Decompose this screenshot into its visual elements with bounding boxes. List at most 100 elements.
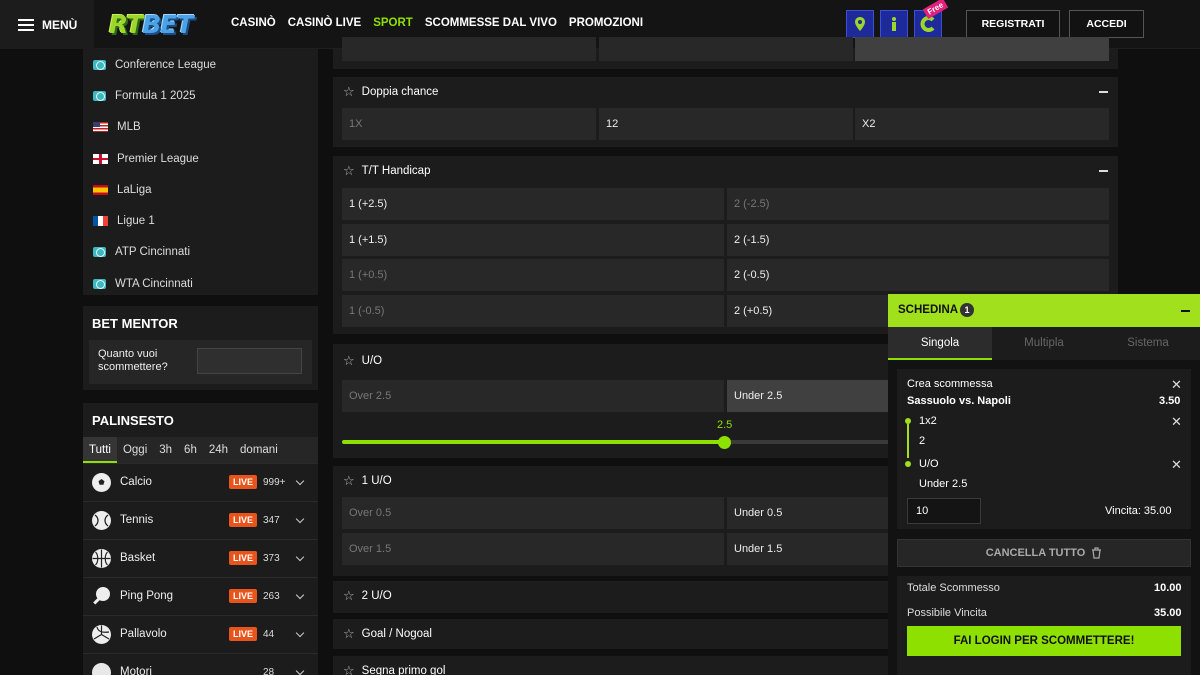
odd-cell[interactable]: 1 (+1.5)	[342, 224, 724, 256]
chevron-down-icon[interactable]	[295, 514, 305, 523]
sport-row-motori[interactable]: Motori 28	[83, 653, 318, 675]
sport-row-ping-pong[interactable]: Ping Pong LIVE 263	[83, 577, 318, 614]
star-icon[interactable]: ☆	[343, 663, 355, 675]
possible-win-value: 35.00	[1154, 607, 1182, 619]
info-icon[interactable]	[880, 10, 908, 38]
collapse-icon[interactable]	[1099, 91, 1108, 93]
selection-2-pick: Under 2.5	[919, 478, 968, 490]
rtbet-logo[interactable]: RT BET	[109, 8, 209, 40]
odd-cell[interactable]: 1 (+0.5)	[342, 259, 724, 291]
market-header[interactable]: ☆ 2 U/O	[343, 581, 392, 611]
sport-row-tennis[interactable]: Tennis LIVE 347	[83, 501, 318, 538]
login-button[interactable]: ACCEDI	[1069, 10, 1144, 38]
market-header[interactable]: ☆ 1 U/O	[343, 466, 392, 496]
market-header[interactable]: ☆ Segna primo gol	[343, 656, 445, 675]
bet-mentor-panel: BET MENTOR Quanto vuoi scommettere?	[83, 306, 318, 390]
odd-over[interactable]: Over 2.5	[342, 380, 724, 412]
league-item[interactable]: Ligue 1	[83, 205, 318, 236]
league-item[interactable]: WTA Cincinnati	[83, 268, 318, 299]
chevron-down-icon[interactable]	[295, 628, 305, 637]
nav-sport[interactable]: SPORT	[373, 17, 413, 29]
league-item[interactable]: Premier League	[83, 143, 318, 174]
nav-casino-live[interactable]: CASINÒ LIVE	[288, 17, 361, 29]
live-badge: LIVE	[229, 475, 258, 489]
odd-cell[interactable]	[599, 37, 853, 61]
nav-promozioni[interactable]: PROMOZIONI	[569, 17, 643, 29]
filter-3h[interactable]: 3h	[153, 437, 178, 463]
league-item[interactable]: MLB	[83, 112, 318, 143]
palinsesto-panel: PALINSESTO Tutti Oggi 3h 6h 24h domani C…	[83, 403, 318, 675]
selection-connector	[907, 424, 909, 458]
stake-input[interactable]	[907, 498, 981, 524]
filter-tutti[interactable]: Tutti	[83, 437, 117, 463]
filter-domani[interactable]: domani	[234, 437, 284, 463]
star-icon[interactable]: ☆	[343, 588, 355, 604]
filter-6h[interactable]: 6h	[178, 437, 203, 463]
league-item[interactable]: ATP Cincinnati	[83, 237, 318, 268]
odd-cell[interactable]: 1 (-0.5)	[342, 295, 724, 327]
register-button[interactable]: REGISTRATI	[966, 10, 1060, 38]
chevron-down-icon[interactable]	[295, 590, 305, 599]
odd-x2[interactable]: X2	[855, 108, 1109, 140]
motorsport-icon	[92, 662, 111, 675]
basketball-icon	[92, 548, 111, 568]
odd-1x[interactable]: 1X	[342, 108, 596, 140]
star-icon[interactable]: ☆	[343, 163, 355, 179]
top-leagues-list: Conference League Formula 1 2025 MLB Pre…	[83, 49, 318, 295]
live-badge: LIVE	[229, 551, 258, 565]
filter-oggi[interactable]: Oggi	[117, 437, 153, 463]
login-to-bet-button[interactable]: FAI LOGIN PER SCOMMETTERE!	[907, 626, 1181, 656]
nav-casino[interactable]: CASINÒ	[231, 17, 276, 29]
nav-scommesse-dal-vivo[interactable]: SCOMMESSE DAL VIVO	[425, 17, 557, 29]
slider-knob[interactable]	[718, 436, 731, 449]
star-icon[interactable]: ☆	[343, 626, 355, 642]
sport-row-basket[interactable]: Basket LIVE 373	[83, 539, 318, 576]
odd-12[interactable]: 12	[599, 108, 853, 140]
free-bonus-icon[interactable]: Free	[914, 0, 949, 38]
market-header[interactable]: ☆ U/O	[343, 346, 382, 376]
market-header[interactable]: ☆ Doppia chance	[343, 77, 438, 107]
chevron-down-icon[interactable]	[295, 666, 305, 675]
menu-label: MENÙ	[42, 17, 78, 32]
bet-mentor-box: Quanto vuoi scommettere?	[89, 340, 312, 384]
cancel-all-button[interactable]: CANCELLA TUTTO	[897, 539, 1191, 567]
tab-sistema[interactable]: Sistema	[1096, 327, 1200, 360]
collapse-icon[interactable]	[1099, 170, 1108, 172]
close-icon[interactable]: ✕	[1171, 414, 1182, 430]
filter-24h[interactable]: 24h	[203, 437, 234, 463]
market-header[interactable]: ☆ T/T Handicap	[343, 156, 430, 186]
betslip-header[interactable]: SCHEDINA 1	[888, 294, 1200, 327]
selection-1-pick: 2	[919, 435, 926, 447]
odd-cell[interactable]: 1 (+2.5)	[342, 188, 724, 220]
tab-singola[interactable]: Singola	[888, 327, 992, 360]
league-item[interactable]: LaLiga	[83, 174, 318, 205]
market-header[interactable]: ☆ Goal / Nogoal	[343, 619, 432, 649]
sport-row-calcio[interactable]: Calcio LIVE 999+	[83, 463, 318, 500]
chevron-down-icon[interactable]	[295, 552, 305, 561]
star-icon[interactable]: ☆	[343, 84, 355, 100]
odd-cell[interactable]	[342, 37, 596, 61]
star-icon[interactable]: ☆	[343, 353, 355, 369]
betslip-panel: SCHEDINA 1 Singola Multipla Sistema Crea…	[888, 294, 1200, 675]
england-flag-icon	[93, 153, 108, 164]
league-item[interactable]: Conference League	[83, 49, 318, 80]
minimize-icon[interactable]	[1181, 310, 1190, 312]
odd-cell[interactable]: 2 (-0.5)	[727, 259, 1109, 291]
sport-row-pallavolo[interactable]: Pallavolo LIVE 44	[83, 615, 318, 652]
league-item[interactable]: Formula 1 2025	[83, 80, 318, 111]
ping-pong-paddle-icon	[92, 586, 111, 606]
odd-cell[interactable]: 2 (-1.5)	[727, 224, 1109, 256]
map-pin-icon[interactable]	[846, 10, 874, 38]
star-icon[interactable]: ☆	[343, 473, 355, 489]
odd-cell[interactable]: 2 (-2.5)	[727, 188, 1109, 220]
odd-cell[interactable]	[855, 37, 1109, 61]
tab-multipla[interactable]: Multipla	[992, 327, 1096, 360]
close-icon[interactable]: ✕	[1171, 377, 1182, 393]
odd-cell[interactable]: Over 1.5	[342, 533, 724, 565]
menu-button[interactable]: MENÙ	[0, 0, 94, 49]
close-icon[interactable]: ✕	[1171, 457, 1182, 473]
palinsesto-title: PALINSESTO	[92, 413, 174, 428]
chevron-down-icon[interactable]	[295, 476, 305, 485]
bet-mentor-amount-input[interactable]	[197, 348, 302, 374]
odd-cell[interactable]: Over 0.5	[342, 497, 724, 529]
